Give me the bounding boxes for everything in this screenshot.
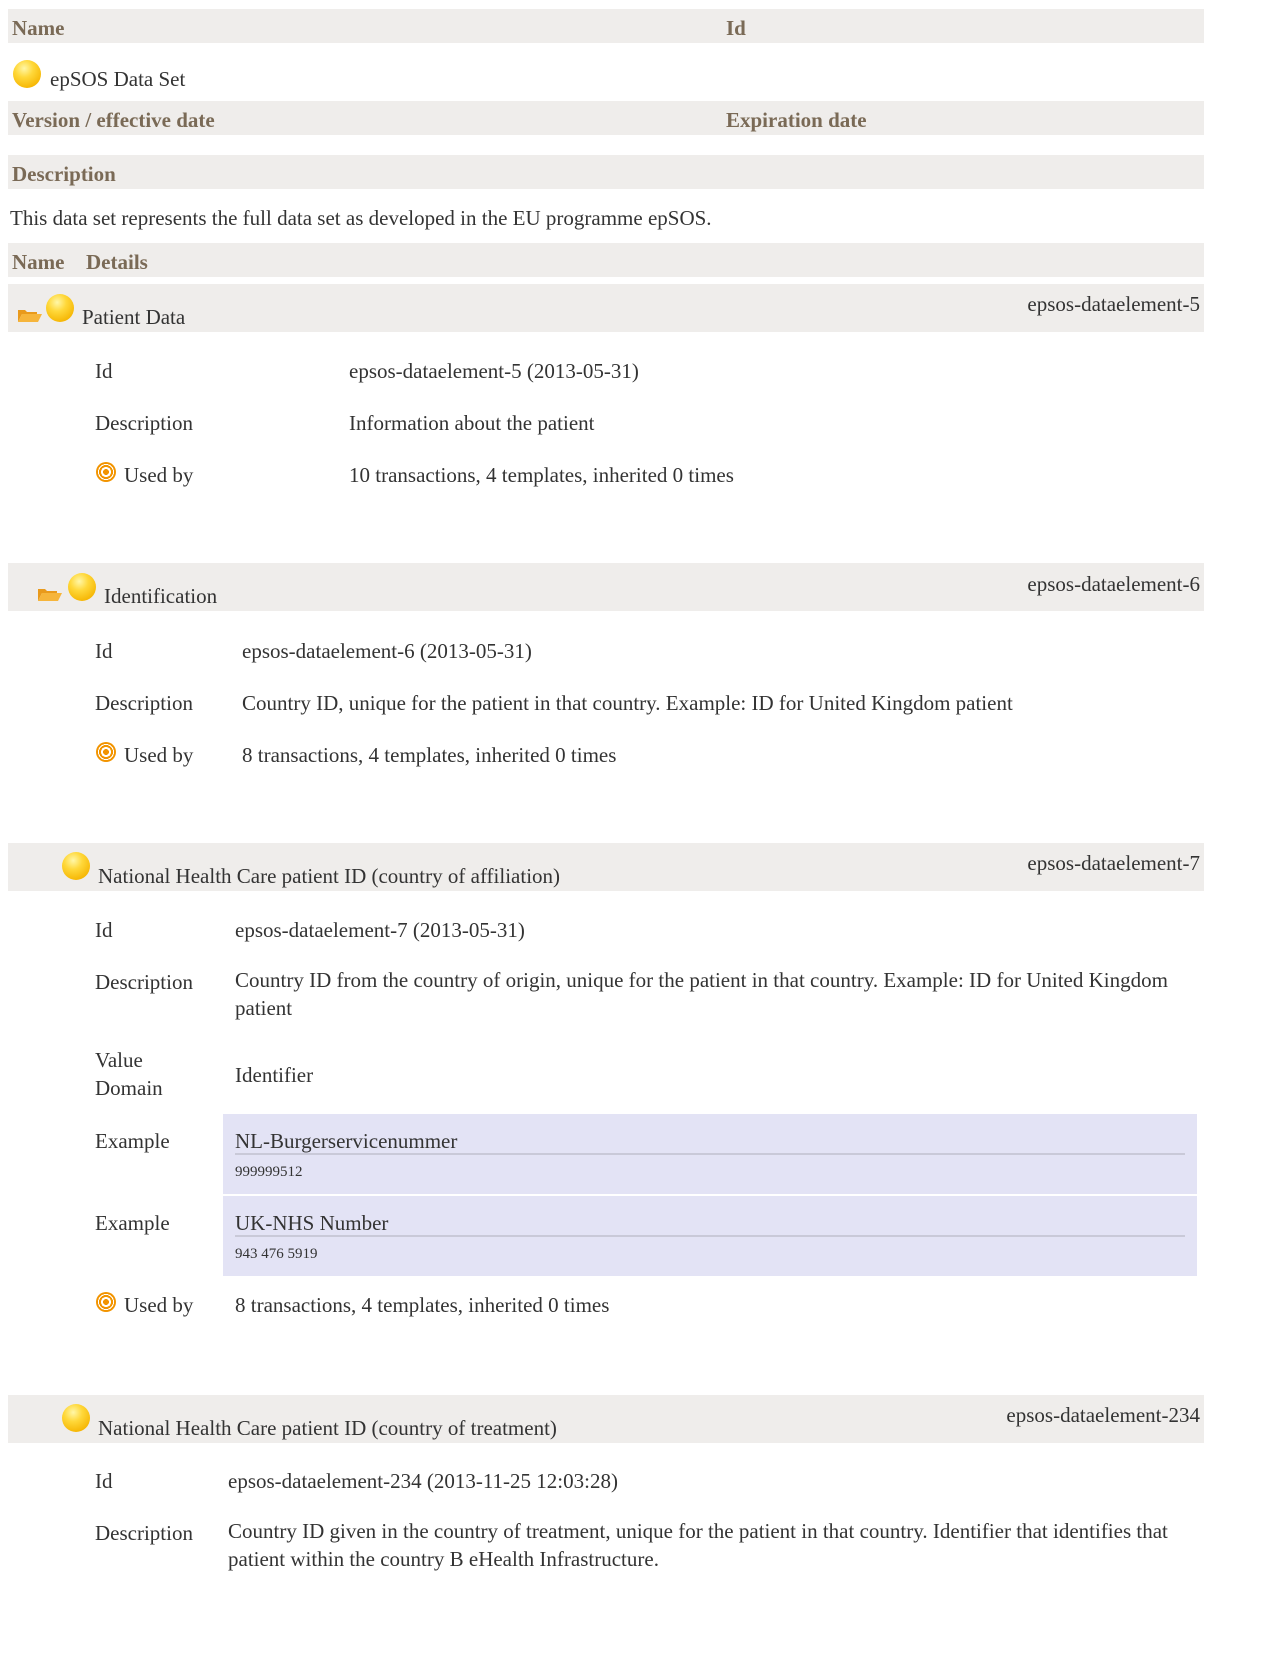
open-folder-icon[interactable] — [17, 308, 43, 322]
id-value: epsos-dataelement-6 (2013-05-31) — [242, 639, 532, 663]
element-ref: epsos-dataelement-7 — [1027, 851, 1200, 875]
dataset-description: This data set represents the full data s… — [10, 206, 712, 230]
description-label: Description — [95, 970, 193, 994]
description-value: Country ID from the country of origin, u… — [235, 968, 1168, 1020]
id-value: epsos-dataelement-7 (2013-05-31) — [235, 918, 525, 942]
id-label: Id — [95, 918, 113, 942]
used-by-value: 8 transactions, 4 templates, inherited 0… — [242, 743, 617, 767]
element-title[interactable]: Identification — [104, 584, 217, 609]
dataset-name[interactable]: epSOS Data Set — [50, 67, 185, 92]
header-version: Version / effective date — [12, 108, 215, 132]
element-ref: epsos-dataelement-6 — [1027, 572, 1200, 596]
used-by-label[interactable]: Used by — [124, 743, 193, 768]
concept-dot-icon — [62, 852, 90, 880]
concept-dot-icon — [46, 294, 74, 322]
id-label: Id — [95, 639, 113, 663]
element-title[interactable]: Patient Data — [82, 305, 185, 330]
header-details: Details — [86, 250, 148, 274]
header-expiration: Expiration date — [726, 108, 867, 132]
description-label: Description — [95, 1521, 193, 1545]
description-value: Information about the patient — [349, 411, 595, 435]
header-description: Description — [12, 162, 116, 186]
value-domain-label: Value Domain — [95, 1048, 163, 1100]
target-icon — [96, 1292, 116, 1312]
concept-dot-icon — [68, 573, 96, 601]
target-icon — [96, 742, 116, 762]
used-by-label[interactable]: Used by — [124, 1293, 193, 1318]
id-value: epsos-dataelement-5 (2013-05-31) — [349, 359, 639, 383]
element-ref: epsos-dataelement-234 — [1006, 1403, 1200, 1427]
example-value: 943 476 5919 — [235, 1246, 318, 1262]
description-value: Country ID, unique for the patient in th… — [242, 691, 1013, 715]
example-name: UK-NHS Number — [235, 1211, 389, 1235]
value-domain-value: Identifier — [235, 1063, 314, 1087]
example-name: NL-Burgerservicenummer — [235, 1129, 458, 1153]
header-name: Name — [12, 16, 65, 40]
used-by-value: 10 transactions, 4 templates, inherited … — [349, 463, 734, 487]
concept-dot-icon — [13, 60, 41, 88]
id-label: Id — [95, 359, 113, 383]
id-label: Id — [95, 1469, 113, 1493]
element-header[interactable] — [8, 284, 1204, 332]
concept-dot-icon — [62, 1404, 90, 1432]
used-by-label[interactable]: Used by — [124, 463, 193, 488]
header-id: Id — [726, 16, 746, 40]
example-label: Example — [95, 1211, 170, 1235]
element-title[interactable]: National Health Care patient ID (country… — [98, 1416, 557, 1441]
header-name-2: Name — [12, 250, 65, 274]
element-title[interactable]: National Health Care patient ID (country… — [98, 864, 560, 889]
element-ref: epsos-dataelement-5 — [1027, 292, 1200, 316]
example-value: 999999512 — [235, 1164, 303, 1180]
target-icon — [96, 462, 116, 482]
description-label: Description — [95, 691, 193, 715]
description-value: Country ID given in the country of treat… — [228, 1519, 1168, 1571]
example-label: Example — [95, 1129, 170, 1153]
description-label: Description — [95, 411, 193, 435]
id-value: epsos-dataelement-234 (2013-11-25 12:03:… — [228, 1469, 618, 1493]
used-by-value: 8 transactions, 4 templates, inherited 0… — [235, 1293, 610, 1317]
open-folder-icon[interactable] — [37, 587, 63, 601]
